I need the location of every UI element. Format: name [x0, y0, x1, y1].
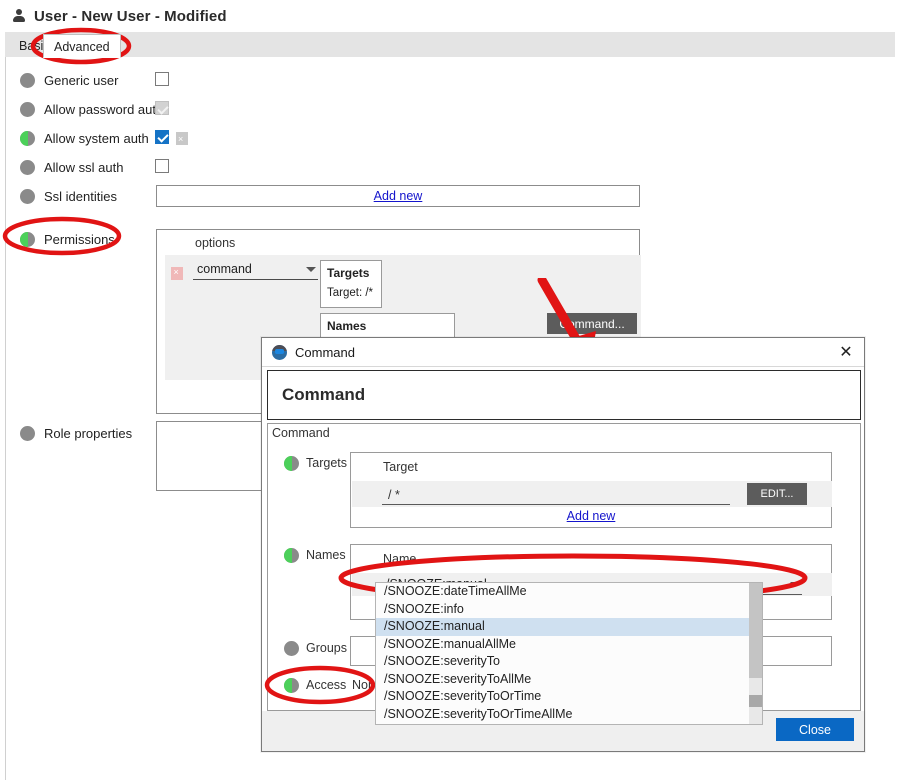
tab-advanced[interactable]: Advanced — [43, 34, 121, 58]
label-names: Names — [306, 548, 346, 562]
dropdown-scrollbar[interactable] — [749, 583, 762, 724]
status-dot-targets — [284, 456, 299, 471]
targets-column-header: Target — [383, 460, 418, 474]
label-groups: Groups — [306, 641, 347, 655]
list-item[interactable]: /SNOOZE:ti — [376, 723, 751, 724]
status-dot-allow-password-auth — [20, 101, 35, 117]
permissions-options-header: options — [195, 236, 236, 250]
tab-strip: Basic Advanced — [5, 32, 895, 58]
label-access: Access — [306, 678, 347, 692]
dialog-title-bar: Command — [262, 338, 864, 367]
row-role-properties: Role properties — [20, 423, 132, 443]
dialog-banner-title: Command — [282, 385, 366, 404]
dialog-banner: Command — [267, 370, 861, 420]
chevron-down-icon — [306, 266, 316, 272]
ssl-identities-field: Add new — [156, 185, 640, 207]
person-icon — [12, 9, 26, 23]
permissions-targets-value: Target: /* — [327, 287, 374, 299]
list-item[interactable]: /SNOOZE:manual — [376, 618, 751, 636]
names-column-header: Name — [383, 552, 417, 566]
permissions-targets-box[interactable]: Targets Target: /* — [320, 260, 382, 308]
target-edit-button[interactable]: EDIT... — [747, 483, 807, 505]
label-allow-ssl-auth: Allow ssl auth — [44, 159, 124, 175]
label-permissions: Permissions — [44, 231, 115, 247]
checkbox-generic-user[interactable] — [155, 72, 169, 86]
label-allow-password-auth: Allow password auth — [44, 101, 164, 117]
command-button[interactable]: Command... — [547, 313, 637, 334]
targets-add-new-link[interactable]: Add new — [567, 509, 616, 523]
target-value-input[interactable]: / * — [382, 486, 730, 505]
list-item[interactable]: /SNOOZE:severityToOrTimeAllMe — [376, 706, 751, 724]
row-generic-user: Generic user — [20, 70, 118, 90]
app-icon — [272, 344, 287, 360]
list-item[interactable]: /SNOOZE:manualAllMe — [376, 636, 751, 654]
dialog-title: Command — [295, 344, 355, 360]
targets-group: Target / * EDIT... Add new — [350, 452, 832, 528]
list-item[interactable]: /SNOOZE:dateTimeAllMe — [376, 583, 751, 601]
app-root: User - New User - Modified Basic Advance… — [0, 0, 900, 780]
targets-add-new-row: Add new — [351, 509, 831, 523]
close-button[interactable]: Close — [776, 718, 854, 741]
permissions-type-value: command — [197, 262, 252, 276]
permissions-row-delete-icon[interactable] — [171, 266, 183, 280]
row-allow-password-auth: Allow password auth — [20, 99, 163, 119]
dropdown-scroll-thumb[interactable] — [749, 583, 762, 678]
list-item[interactable]: /SNOOZE:severityToAllMe — [376, 671, 751, 689]
dropdown-scroll-marker — [749, 695, 762, 707]
command-dialog: Command ✕ Command Command Targets Target… — [261, 337, 865, 752]
list-item[interactable]: /SNOOZE:severityToOrTime — [376, 688, 751, 706]
label-targets: Targets — [306, 456, 347, 470]
target-value-row: / * EDIT... — [352, 481, 832, 507]
row-allow-ssl-auth: Allow ssl auth — [20, 157, 123, 177]
status-dot-allow-system-auth — [20, 130, 35, 146]
window-title: User - New User - Modified — [34, 7, 227, 25]
status-dot-access — [284, 678, 299, 693]
checkbox-allow-system-auth[interactable] — [155, 130, 169, 144]
window-title-bar: User - New User - Modified — [0, 0, 900, 32]
list-item[interactable]: /SNOOZE:info — [376, 601, 751, 619]
name-dropdown-list[interactable]: /SNOOZE:dateTimeAllMe /SNOOZE:info /SNOO… — [375, 582, 763, 725]
label-generic-user: Generic user — [44, 72, 119, 88]
status-dot-allow-ssl-auth — [20, 159, 35, 175]
status-dot-role-properties — [20, 425, 35, 441]
status-dot-permissions — [20, 231, 35, 247]
status-dot-names — [284, 548, 299, 563]
label-ssl-identities: Ssl identities — [44, 188, 117, 204]
label-role-properties: Role properties — [44, 425, 133, 441]
row-permissions: Permissions — [20, 229, 115, 249]
close-icon[interactable]: ✕ — [836, 344, 856, 362]
row-ssl-identities: Ssl identities — [20, 186, 117, 206]
list-item[interactable]: /SNOOZE:severityTo — [376, 653, 751, 671]
checkbox-allow-ssl-auth[interactable] — [155, 159, 169, 173]
row-allow-system-auth: Allow system auth — [20, 128, 149, 148]
permissions-type-combo[interactable]: command — [193, 260, 318, 280]
ssl-identities-add-new-link[interactable]: Add new — [374, 189, 423, 203]
permissions-targets-title: Targets — [327, 266, 370, 280]
label-allow-system-auth: Allow system auth — [44, 130, 149, 146]
status-dot-groups — [284, 641, 299, 656]
status-dot-generic-user — [20, 72, 35, 88]
permissions-names-title: Names — [327, 319, 367, 333]
dialog-body-label: Command — [272, 426, 330, 440]
status-dot-ssl-identities — [20, 188, 35, 204]
checkbox-allow-password-auth — [155, 101, 169, 115]
chevron-down-icon — [790, 581, 800, 587]
reset-allow-system-auth-icon[interactable] — [176, 132, 188, 146]
